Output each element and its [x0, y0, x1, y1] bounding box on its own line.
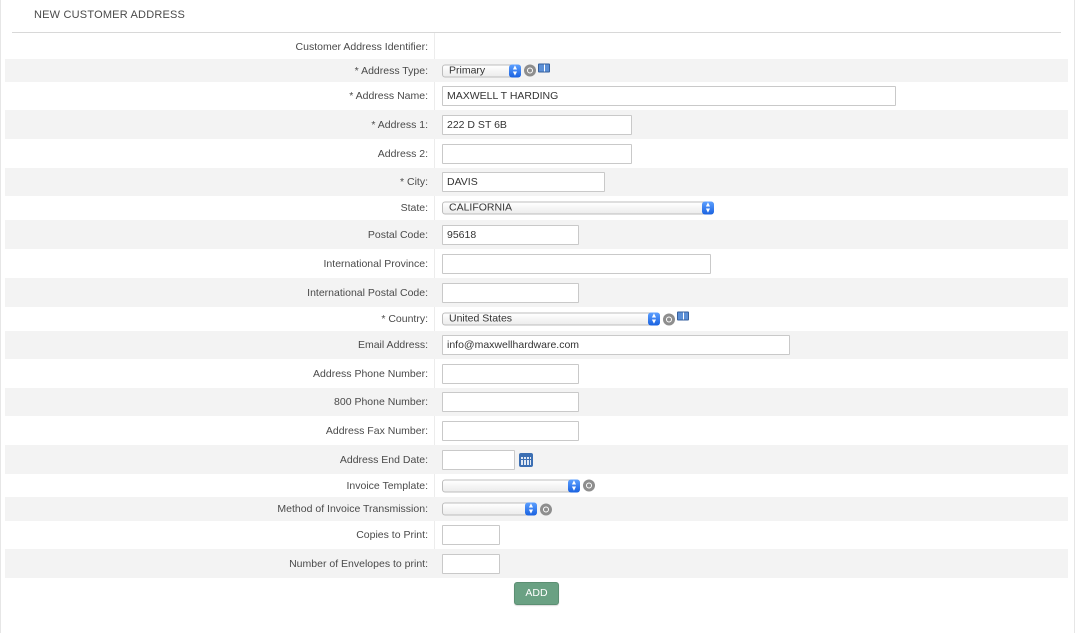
intl-province-label: International Province:	[323, 257, 428, 270]
invoice-transmission-select[interactable]: ▲ ▼	[442, 502, 537, 516]
row-address-phone: Address Phone Number:	[5, 359, 1068, 388]
email-field: info@maxwellhardware.com	[442, 335, 790, 355]
chevron-updown-icon: ▲ ▼	[568, 479, 580, 492]
address-type-select[interactable]: Primary ▲ ▼	[442, 64, 521, 77]
row-identifier: Customer Address Identifier:	[5, 35, 1068, 59]
country-select[interactable]: United States ▲ ▼	[442, 312, 660, 326]
email-input[interactable]: info@maxwellhardware.com	[442, 335, 790, 355]
country-value: United States	[449, 312, 513, 325]
row-800-phone: 800 Phone Number:	[5, 388, 1068, 416]
chevron-updown-icon: ▲ ▼	[702, 201, 714, 215]
city-field: DAVIS	[442, 172, 605, 192]
row-envelopes: Number of Envelopes to print:	[5, 549, 1068, 578]
envelopes-input[interactable]	[442, 553, 500, 574]
state-label: State:	[400, 202, 428, 214]
fax-input[interactable]	[442, 420, 579, 441]
new-customer-address-panel: NEW CUSTOMER ADDRESS Customer Address Id…	[0, 0, 1075, 633]
row-postal-code: Postal Code: 95618	[5, 220, 1068, 249]
row-intl-province: International Province:	[5, 249, 1068, 278]
row-email: Email Address: info@maxwellhardware.com	[5, 331, 1068, 359]
calendar-icon[interactable]	[519, 452, 533, 467]
address-type-field: Primary ▲ ▼	[442, 63, 550, 77]
state-value: CALIFORNIA	[449, 201, 513, 214]
postal-code-label: Postal Code:	[367, 228, 428, 241]
row-address-name: * Address Name: MAXWELL T HARDING	[5, 82, 1068, 110]
intl-postal-input[interactable]	[442, 282, 579, 303]
address1-input[interactable]: 222 D ST 6B	[442, 114, 632, 135]
book-icon[interactable]	[538, 63, 550, 72]
end-date-label: Address End Date:	[339, 453, 428, 466]
address-name-input[interactable]: MAXWELL T HARDING	[442, 86, 896, 106]
copies-label: Copies to Print:	[356, 529, 428, 541]
intl-province-field	[442, 253, 711, 274]
intl-postal-label: International Postal Code:	[307, 286, 428, 299]
postal-code-input[interactable]: 95618	[442, 224, 579, 245]
copies-field	[442, 525, 500, 545]
row-state: State: CALIFORNIA ▲ ▼	[5, 196, 1068, 220]
row-copies: Copies to Print:	[5, 521, 1068, 549]
phone-800-label: 800 Phone Number:	[334, 396, 428, 408]
phone-800-input[interactable]	[442, 392, 579, 412]
address2-input[interactable]	[442, 143, 632, 164]
title-divider	[12, 32, 1061, 33]
row-country: * Country: United States ▲ ▼	[5, 307, 1068, 331]
search-icon[interactable]	[540, 503, 552, 515]
invoice-transmission-label: Method of Invoice Transmission:	[277, 503, 428, 515]
fax-field	[442, 420, 579, 441]
search-icon[interactable]	[663, 313, 675, 325]
invoice-template-select[interactable]: ▲ ▼	[442, 479, 580, 492]
invoice-template-field: ▲ ▼	[442, 479, 595, 492]
row-address-type: * Address Type: Primary ▲ ▼	[5, 59, 1068, 82]
invoice-transmission-field: ▲ ▼	[442, 502, 552, 516]
chevron-updown-icon: ▲ ▼	[525, 502, 537, 516]
row-end-date: Address End Date:	[5, 445, 1068, 474]
state-select[interactable]: CALIFORNIA ▲ ▼	[442, 201, 714, 215]
address-phone-label: Address Phone Number:	[313, 367, 428, 380]
address-phone-input[interactable]	[442, 363, 579, 384]
country-field: United States ▲ ▼	[442, 311, 689, 326]
country-label: * Country:	[381, 313, 428, 325]
row-intl-postal: International Postal Code:	[5, 278, 1068, 307]
email-label: Email Address:	[357, 339, 428, 351]
city-input[interactable]: DAVIS	[442, 172, 605, 192]
phone-800-field	[442, 392, 579, 412]
identifier-label: Customer Address Identifier:	[295, 41, 428, 53]
book-icon[interactable]	[677, 311, 689, 321]
address-phone-field	[442, 363, 579, 384]
envelopes-label: Number of Envelopes to print:	[289, 557, 428, 570]
address1-field: 222 D ST 6B	[442, 114, 632, 135]
address-name-field: MAXWELL T HARDING	[442, 86, 896, 106]
search-icon[interactable]	[583, 479, 595, 492]
state-field: CALIFORNIA ▲ ▼	[442, 201, 714, 215]
address-type-label: * Address Type:	[354, 64, 428, 77]
end-date-input[interactable]	[442, 449, 515, 470]
intl-postal-field	[442, 282, 579, 303]
envelopes-field	[442, 553, 500, 574]
end-date-field	[442, 449, 533, 470]
address-name-label: * Address Name:	[349, 90, 428, 102]
page-title: NEW CUSTOMER ADDRESS	[34, 9, 186, 21]
row-fax: Address Fax Number:	[5, 416, 1068, 445]
address2-field	[442, 143, 632, 164]
search-icon[interactable]	[524, 64, 536, 77]
row-city: * City: DAVIS	[5, 168, 1068, 196]
fax-label: Address Fax Number:	[325, 424, 428, 437]
city-label: * City:	[399, 176, 428, 188]
address2-label: Address 2:	[377, 147, 428, 160]
chevron-updown-icon: ▲ ▼	[509, 64, 521, 77]
chevron-updown-icon: ▲ ▼	[648, 312, 660, 326]
row-address2: Address 2:	[5, 139, 1068, 168]
invoice-template-label: Invoice Template:	[346, 479, 428, 492]
row-address1: * Address 1: 222 D ST 6B	[5, 110, 1068, 139]
intl-province-input[interactable]	[442, 253, 711, 274]
add-button[interactable]: ADD	[514, 582, 559, 605]
copies-input[interactable]	[442, 525, 500, 545]
address-type-value: Primary	[449, 64, 486, 76]
address1-label: * Address 1:	[371, 118, 428, 131]
postal-code-field: 95618	[442, 224, 579, 245]
row-invoice-transmission: Method of Invoice Transmission: ▲ ▼	[5, 497, 1068, 521]
row-invoice-template: Invoice Template: ▲ ▼	[5, 474, 1068, 497]
